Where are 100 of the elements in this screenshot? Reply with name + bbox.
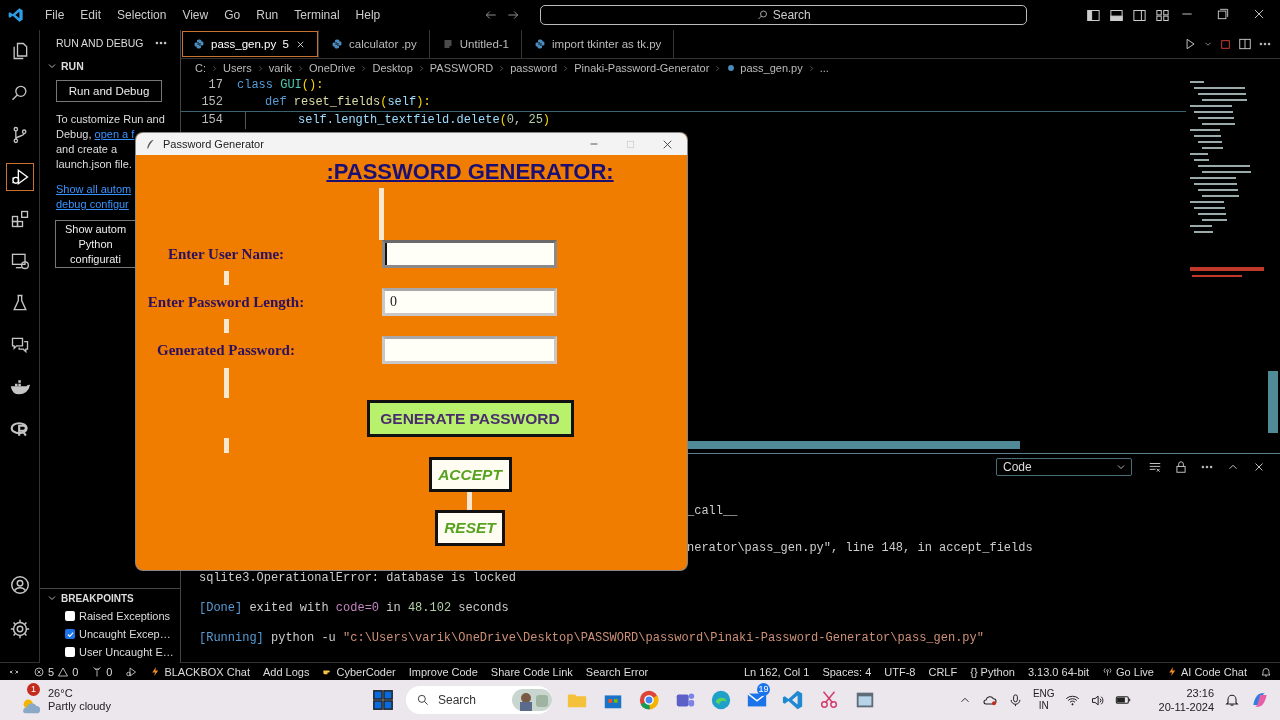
- sidebar-toggle-icon[interactable]: [1086, 7, 1101, 23]
- separator-bar: [224, 438, 229, 453]
- windows-start-icon[interactable]: [372, 689, 394, 711]
- forward-arrow-icon[interactable]: [506, 8, 521, 22]
- output-channel-dropdown[interactable]: Code: [996, 458, 1132, 476]
- breadcrumb-item[interactable]: varik: [268, 62, 292, 74]
- line-number: 17: [207, 77, 224, 94]
- text-field[interactable]: [382, 336, 557, 364]
- back-arrow-icon[interactable]: [484, 8, 499, 22]
- clock[interactable]: 23:16 20-11-2024: [1158, 686, 1214, 714]
- checkbox[interactable]: [65, 611, 75, 621]
- window-title: Password Generator: [163, 138, 264, 150]
- editor-tab[interactable]: import tkinter as tk.py: [522, 30, 675, 58]
- broadcast-icon: [1102, 666, 1114, 677]
- menu-item[interactable]: Selection: [110, 5, 174, 25]
- scrollbar-thumb[interactable]: [1268, 371, 1278, 433]
- separator-bar: [224, 319, 229, 333]
- search-box[interactable]: Search: [540, 5, 1028, 25]
- check-icon: [65, 629, 75, 639]
- show-configurations-link[interactable]: debug configur: [56, 197, 129, 212]
- copilot-icon[interactable]: [1250, 690, 1270, 710]
- text-field[interactable]: 0: [382, 288, 557, 316]
- intro-text: launch.json file.: [56, 157, 132, 172]
- open-folder-link[interactable]: open a f: [94, 128, 135, 140]
- breadcrumb-item[interactable]: Desktop: [372, 62, 413, 74]
- status-item[interactable]: CyberCoder: [322, 665, 396, 678]
- notification-badge: 19: [757, 683, 770, 696]
- breadcrumb-item[interactable]: pass_gen.py: [740, 62, 803, 74]
- bell-icon[interactable]: [1224, 692, 1240, 708]
- status-item[interactable]: Add Logs: [262, 665, 310, 678]
- breakpoint-label: Raised Exceptions: [79, 610, 171, 622]
- split-layout-icon[interactable]: [1132, 7, 1147, 23]
- status-item[interactable]: Ln 162, Col 1: [743, 665, 810, 678]
- checkbox[interactable]: [65, 647, 75, 657]
- app-heading: :PASSWORD GENERATOR:: [326, 158, 614, 186]
- python-file-icon: [534, 38, 546, 50]
- checkbox[interactable]: [65, 629, 75, 639]
- status-item[interactable]: CRLF: [928, 665, 958, 678]
- show-configurations-link[interactable]: Show all autom: [56, 182, 132, 197]
- breadcrumb-item[interactable]: password: [510, 62, 558, 74]
- warning-icon: [57, 665, 70, 678]
- breadcrumb-item[interactable]: OneDrive: [308, 62, 356, 74]
- menu-item[interactable]: View: [175, 5, 216, 25]
- status-item[interactable]: Search Error: [585, 665, 649, 678]
- status-item[interactable]: Spaces: 4: [822, 665, 872, 678]
- show-python-configurations-button[interactable]: Show autom Python configurati: [55, 220, 135, 268]
- clear-output-icon[interactable]: [1148, 460, 1162, 474]
- breakpoint-label: Uncaught Excep…: [79, 628, 171, 640]
- status-item[interactable]: BLACKBOX Chat: [150, 665, 250, 678]
- menu-item[interactable]: Run: [249, 5, 286, 25]
- menu-item[interactable]: Edit: [73, 5, 109, 25]
- ports-indicator[interactable]: 0: [91, 665, 113, 678]
- close-icon[interactable]: [1252, 7, 1266, 21]
- menu-item[interactable]: File: [38, 5, 72, 25]
- layout-grid-icon[interactable]: [1155, 7, 1170, 23]
- menu-item[interactable]: Terminal: [287, 5, 347, 25]
- chevron-right-icon: [561, 63, 571, 73]
- problems-indicator[interactable]: 5 0: [33, 665, 79, 678]
- editor-tab[interactable]: calculator .py: [319, 30, 430, 58]
- stop-icon[interactable]: [1219, 37, 1232, 51]
- status-item[interactable]: AI Code Chat: [1166, 665, 1247, 678]
- taskbar-search[interactable]: Search: [406, 686, 552, 714]
- split-editor-icon[interactable]: [1238, 37, 1252, 51]
- restore-icon[interactable]: [1216, 7, 1230, 21]
- status-item[interactable]: Go Live: [1102, 665, 1154, 678]
- browser-icon[interactable]: [638, 689, 660, 711]
- section-header[interactable]: RUN: [61, 60, 84, 72]
- menu-item[interactable]: Go: [217, 5, 248, 25]
- breadcrumb-item[interactable]: Pinaki-Password-Generator: [574, 62, 710, 74]
- chevron-right-icon: [359, 63, 369, 73]
- field-label: Enter User Name:: [167, 245, 285, 263]
- play-bug-icon[interactable]: [6, 164, 33, 190]
- menu-item[interactable]: Help: [348, 5, 388, 25]
- run-debug-button[interactable]: Run and Debug: [56, 80, 162, 102]
- status-item[interactable]: 3.13.0 64-bit: [1027, 665, 1090, 678]
- breadcrumb-item[interactable]: ...: [819, 62, 829, 74]
- code-editor-icon[interactable]: [782, 689, 804, 711]
- status-item[interactable]: Improve Code: [408, 665, 478, 678]
- bell-icon[interactable]: [1260, 665, 1272, 678]
- status-item[interactable]: {} Python: [970, 665, 1015, 678]
- section-header[interactable]: BREAKPOINTS: [61, 592, 134, 604]
- vscode-logo-icon: [8, 7, 24, 23]
- status-item[interactable]: Share Code Link: [490, 665, 573, 678]
- lock-icon[interactable]: [1174, 460, 1188, 474]
- output-line: nerator\pass_gen.py", line 148, in accept_fields: [686, 540, 1034, 557]
- scrollbar-thumb[interactable]: [686, 441, 1020, 449]
- breadcrumb-item[interactable]: C:: [195, 62, 206, 74]
- text-field[interactable]: [382, 240, 557, 268]
- scissors-icon[interactable]: [818, 689, 840, 711]
- breadcrumb-item[interactable]: Users: [223, 62, 252, 74]
- speaker-icon[interactable]: [1089, 692, 1105, 708]
- input-language[interactable]: ENG IN: [1032, 688, 1055, 712]
- editor-tab[interactable]: pass_gen.py 5: [181, 30, 319, 58]
- editor-tab[interactable]: Untitled-1: [429, 30, 522, 58]
- breadcrumb-item[interactable]: PASSWORD: [429, 62, 494, 74]
- generate-password-button[interactable]: GENERATE PASSWORD: [366, 400, 574, 437]
- panel-toggle-icon[interactable]: [1109, 7, 1124, 23]
- status-item[interactable]: UTF-8: [884, 665, 916, 678]
- play-bug-icon[interactable]: [125, 665, 138, 678]
- play-icon[interactable]: [1183, 37, 1197, 51]
